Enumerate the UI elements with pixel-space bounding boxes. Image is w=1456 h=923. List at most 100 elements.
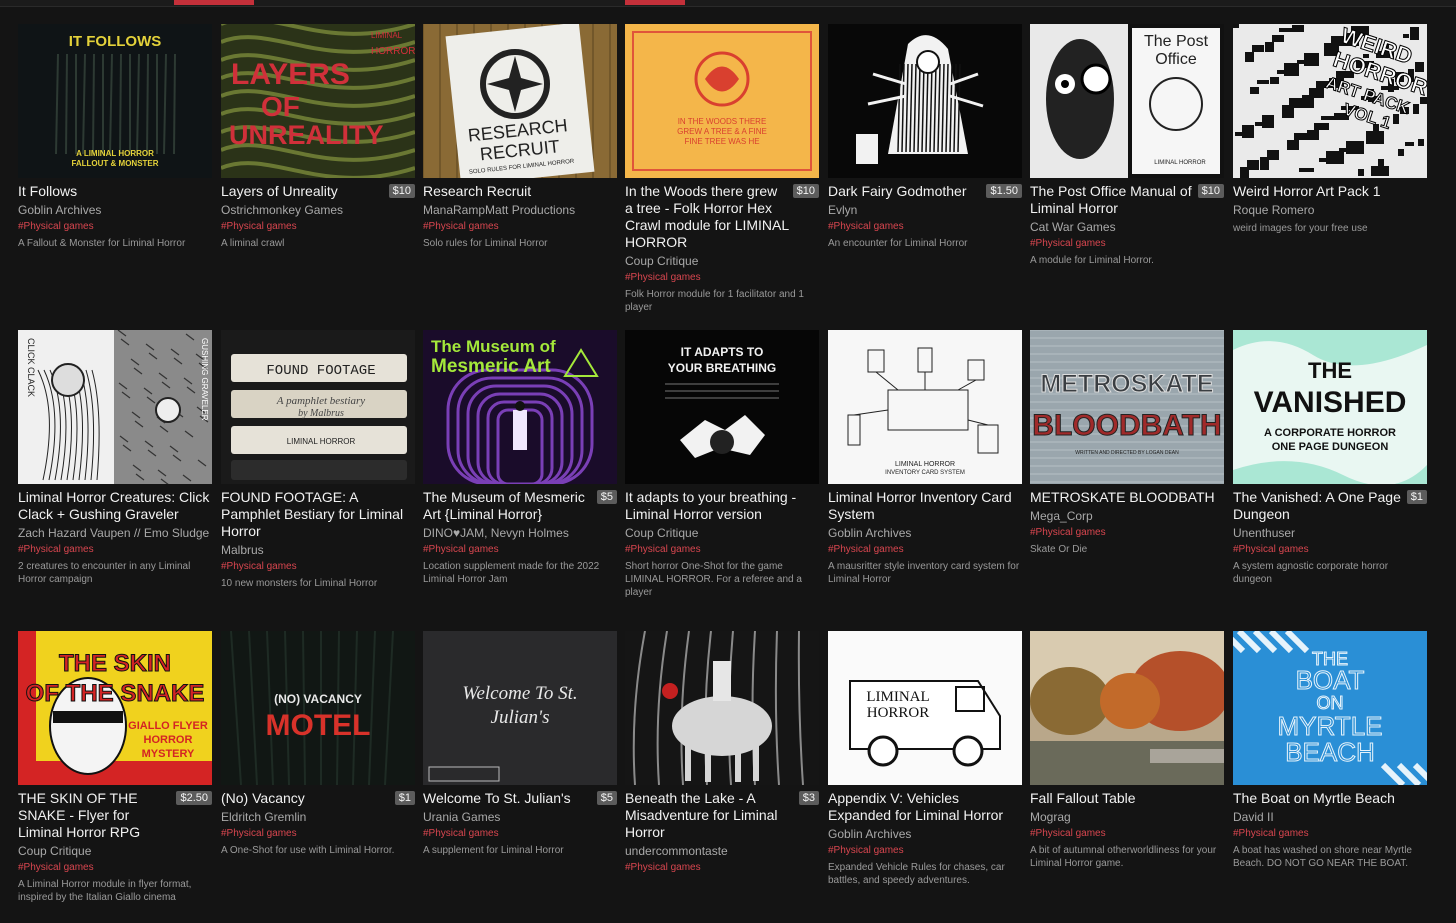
game-cover-image[interactable]: LAYERS OF UNREALITY LIMINAL HORROR [221, 24, 415, 178]
game-cover-image[interactable]: METROSKATE BLOODBATH WRITTEN AND DIRECTE… [1030, 330, 1224, 484]
game-cover-image[interactable]: FOUND FOOTAGE A pamphlet bestiary by Mal… [221, 330, 415, 484]
game-cover-image[interactable]: IT ADAPTS TO YOUR BREATHING [625, 330, 819, 484]
game-card[interactable]: CLICK CLACK GUSHING GRAVELER Liminal Horr… [18, 330, 212, 586]
tag-link[interactable]: #Physical games [828, 844, 1022, 857]
game-title-link[interactable]: Welcome To St. Julian's [423, 790, 593, 807]
game-cover-image[interactable]: The Museum of Mesmeric Art [423, 330, 617, 484]
tag-link[interactable]: #Physical games [828, 543, 1022, 556]
game-cover-image[interactable]: THE SKIN OF THE SNAKE GIALLO FLYER HORRO… [18, 631, 212, 785]
author-link[interactable]: Zach Hazard Vaupen // Emo Sludge [18, 526, 212, 541]
tag-link[interactable]: #Physical games [1030, 237, 1224, 250]
game-card[interactable]: THE BOAT ON MYRTLE BEACH The Boat on Myrt… [1233, 631, 1427, 870]
author-link[interactable]: undercommontaste [625, 844, 819, 859]
game-cover-image[interactable] [828, 24, 1022, 178]
game-card[interactable]: IT FOLLOWS A LIMINAL HORROR FALLOUT & MO… [18, 24, 212, 250]
tag-link[interactable]: #Physical games [423, 827, 617, 840]
game-title-link[interactable]: METROSKATE BLOODBATH [1030, 489, 1224, 506]
game-cover-image[interactable]: Welcome To St. Julian's [423, 631, 617, 785]
author-link[interactable]: Goblin Archives [828, 526, 1022, 541]
game-title-link[interactable]: The Post Office Manual of Liminal Horror [1030, 183, 1194, 217]
game-cover-image[interactable] [1030, 631, 1224, 785]
game-title-link[interactable]: The Boat on Myrtle Beach [1233, 790, 1427, 807]
author-link[interactable]: Urania Games [423, 810, 617, 825]
author-link[interactable]: Ostrichmonkey Games [221, 203, 415, 218]
game-card[interactable]: FOUND FOOTAGE A pamphlet bestiary by Mal… [221, 330, 415, 590]
game-cover-image[interactable]: IN THE WOODS THERE GREW A TREE & A FINE … [625, 24, 819, 178]
game-title-link[interactable]: It adapts to your breathing - Liminal Ho… [625, 489, 819, 523]
game-card[interactable]: LIMINAL HORROR INVENTORY CARD SYSTEM Limi… [828, 330, 1022, 586]
tag-link[interactable]: #Physical games [221, 220, 415, 233]
author-link[interactable]: Roque Romero [1233, 203, 1427, 218]
game-card[interactable]: WEIRD HORROR ART PACK VOL 1 Weird Horror … [1233, 24, 1427, 235]
game-card[interactable]: RESEARCH RECRUIT SOLO RULES FOR LIMINAL … [423, 24, 617, 250]
author-link[interactable]: Mega_Corp [1030, 509, 1224, 524]
game-card[interactable]: IT ADAPTS TO YOUR BREATHING It adapts to… [625, 330, 819, 599]
tag-link[interactable]: #Physical games [221, 560, 415, 573]
game-title-link[interactable]: Beneath the Lake - A Misadventure for Li… [625, 790, 795, 841]
game-title-link[interactable]: The Vanished: A One Page Dungeon [1233, 489, 1403, 523]
author-link[interactable]: Goblin Archives [828, 827, 1022, 842]
game-title-link[interactable]: In the Woods there grew a tree - Folk Ho… [625, 183, 789, 251]
game-title-link[interactable]: It Follows [18, 183, 212, 200]
tag-link[interactable]: #Physical games [18, 220, 212, 233]
author-link[interactable]: Unenthuser [1233, 526, 1427, 541]
author-link[interactable]: Cat War Games [1030, 220, 1224, 235]
game-cover-image[interactable]: LIMINAL HORROR [828, 631, 1022, 785]
tag-link[interactable]: #Physical games [423, 543, 617, 556]
game-title-link[interactable]: THE SKIN OF THE SNAKE - Flyer for Limina… [18, 790, 172, 841]
game-cover-image[interactable]: The Post Office LIMINAL HORROR [1030, 24, 1224, 178]
game-card[interactable]: LAYERS OF UNREALITY LIMINAL HORROR Layers… [221, 24, 415, 250]
tag-link[interactable]: #Physical games [625, 861, 819, 874]
author-link[interactable]: David II [1233, 810, 1427, 825]
game-cover-image[interactable]: WEIRD HORROR ART PACK VOL 1 [1233, 24, 1427, 178]
game-title-link[interactable]: Liminal Horror Inventory Card System [828, 489, 1022, 523]
tag-link[interactable]: #Physical games [625, 271, 819, 284]
game-card[interactable]: IN THE WOODS THERE GREW A TREE & A FINE … [625, 24, 819, 314]
game-card[interactable]: Fall Fallout Table Mograg #Physical games A… [1030, 631, 1224, 870]
game-title-link[interactable]: The Museum of Mesmeric Art {Liminal Horr… [423, 489, 593, 523]
game-card[interactable]: METROSKATE BLOODBATH WRITTEN AND DIRECTE… [1030, 330, 1224, 556]
author-link[interactable]: Evlyn [828, 203, 1022, 218]
tag-link[interactable]: #Physical games [625, 543, 819, 556]
game-title-link[interactable]: Dark Fairy Godmother [828, 183, 982, 200]
author-link[interactable]: ManaRampMatt Productions [423, 203, 617, 218]
tag-link[interactable]: #Physical games [1233, 827, 1427, 840]
game-card[interactable]: (NO) VACANCY MOTEL (No) Vacancy $1 Eldritch… [221, 631, 415, 857]
author-link[interactable]: Mograg [1030, 810, 1224, 825]
game-cover-image[interactable]: (NO) VACANCY MOTEL [221, 631, 415, 785]
game-title-link[interactable]: Appendix V: Vehicles Expanded for Limina… [828, 790, 1022, 824]
tag-link[interactable]: #Physical games [1030, 827, 1224, 840]
tag-link[interactable]: #Physical games [18, 861, 212, 874]
game-title-link[interactable]: Layers of Unreality [221, 183, 385, 200]
game-cover-image[interactable]: THE BOAT ON MYRTLE BEACH [1233, 631, 1427, 785]
game-card[interactable]: Beneath the Lake - A Misadventure for Li… [625, 631, 819, 874]
game-cover-image[interactable]: CLICK CLACK GUSHING GRAVELER [18, 330, 212, 484]
game-title-link[interactable]: Weird Horror Art Pack 1 [1233, 183, 1427, 200]
tag-link[interactable]: #Physical games [221, 827, 415, 840]
game-card[interactable]: THE SKIN OF THE SNAKE GIALLO FLYER HORRO… [18, 631, 212, 904]
tag-link[interactable]: #Physical games [828, 220, 1022, 233]
tag-link[interactable]: #Physical games [1233, 543, 1427, 556]
game-cover-image[interactable]: THE VANISHED A CORPORATE HORROR ONE PAGE… [1233, 330, 1427, 484]
game-card[interactable]: THE VANISHED A CORPORATE HORROR ONE PAGE… [1233, 330, 1427, 586]
author-link[interactable]: Malbrus [221, 543, 415, 558]
game-card[interactable]: Welcome To St. Julian's Welcome To St. J… [423, 631, 617, 857]
tag-link[interactable]: #Physical games [18, 543, 212, 556]
author-link[interactable]: Coup Critique [625, 254, 819, 269]
game-cover-image[interactable]: LIMINAL HORROR INVENTORY CARD SYSTEM [828, 330, 1022, 484]
game-title-link[interactable]: Liminal Horror Creatures: Click Clack + … [18, 489, 212, 523]
game-cover-image[interactable] [625, 631, 819, 785]
author-link[interactable]: Coup Critique [625, 526, 819, 541]
game-title-link[interactable]: Fall Fallout Table [1030, 790, 1224, 807]
game-title-link[interactable]: Research Recruit [423, 183, 617, 200]
game-title-link[interactable]: FOUND FOOTAGE: A Pamphlet Bestiary for L… [221, 489, 415, 540]
game-title-link[interactable]: (No) Vacancy [221, 790, 391, 807]
game-card[interactable]: Dark Fairy Godmother $1.50 Evlyn #Physical … [828, 24, 1022, 250]
author-link[interactable]: Eldritch Gremlin [221, 810, 415, 825]
game-card[interactable]: The Post Office LIMINAL HORROR The Post O… [1030, 24, 1224, 267]
author-link[interactable]: Goblin Archives [18, 203, 212, 218]
author-link[interactable]: DINO♥JAM, Nevyn Holmes [423, 526, 617, 541]
game-card[interactable]: LIMINAL HORROR Appendix V: Vehicles Expan… [828, 631, 1022, 887]
tag-link[interactable]: #Physical games [1030, 526, 1224, 539]
game-card[interactable]: The Museum of Mesmeric Art The Museum of… [423, 330, 617, 586]
